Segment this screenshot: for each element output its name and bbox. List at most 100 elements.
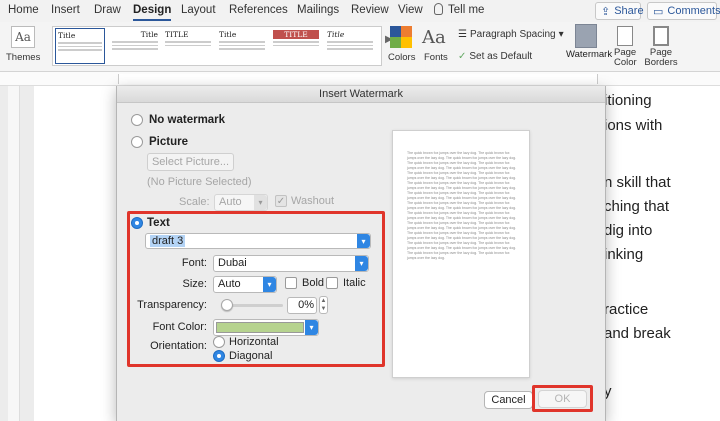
preview-text: The quick brown fox jumps over the lazy … xyxy=(407,151,517,260)
transparency-label: Transparency: xyxy=(137,299,207,311)
tab-insert[interactable]: Insert xyxy=(51,4,80,16)
transparency-stepper[interactable]: ▲ ▼ xyxy=(319,296,328,314)
slider-thumb[interactable] xyxy=(221,299,233,311)
bold-checkbox[interactable] xyxy=(285,277,297,289)
size-value: Auto xyxy=(218,278,241,290)
paragraph-spacing-label: Paragraph Spacing xyxy=(469,29,556,40)
style-thumbnail[interactable]: TITLE xyxy=(271,28,321,64)
orientation-label: Orientation: xyxy=(150,340,207,352)
document-text-line: itioning xyxy=(604,92,652,109)
style-thumbnail-title: TITLE xyxy=(165,30,189,39)
themes-button[interactable]: Aa Themes xyxy=(6,24,40,63)
fonts-icon[interactable]: Aa xyxy=(422,27,446,48)
document-text-line: ions with xyxy=(604,117,663,134)
font-color-select[interactable]: ▾ xyxy=(213,319,319,336)
italic-checkbox[interactable] xyxy=(326,277,338,289)
document-text-line: n skill that xyxy=(604,174,671,191)
picture-radio[interactable] xyxy=(131,136,143,148)
style-thumbnail[interactable]: Title xyxy=(217,28,267,64)
ok-button[interactable]: OK xyxy=(538,390,587,408)
italic-label: Italic xyxy=(343,277,366,289)
check-circle-icon: ✓ xyxy=(458,51,467,62)
picture-option[interactable]: Picture xyxy=(131,136,188,148)
themes-label: Themes xyxy=(6,52,41,63)
horizontal-option[interactable]: Horizontal xyxy=(213,336,279,348)
diagonal-label: Diagonal xyxy=(229,350,273,362)
washout-checkbox[interactable] xyxy=(275,195,287,207)
comments-label: Comments xyxy=(667,5,720,17)
tab-mailings[interactable]: Mailings xyxy=(297,4,339,16)
transparency-input[interactable]: 0% xyxy=(287,297,317,314)
tab-review[interactable]: Review xyxy=(351,4,389,16)
share-label: Share xyxy=(614,5,644,17)
horizontal-label: Horizontal xyxy=(229,336,279,348)
watermark-label: Watermark xyxy=(566,49,613,60)
font-label: Font: xyxy=(181,257,207,269)
scale-label: Scale: xyxy=(179,196,210,208)
dialog-title: Insert Watermark xyxy=(117,86,605,103)
lightbulb-icon xyxy=(434,3,443,15)
page-color-button[interactable]: Page Color xyxy=(614,24,637,68)
tell-me-search[interactable]: Tell me xyxy=(448,4,484,16)
set-as-default-button[interactable]: ✓ Set as Default xyxy=(458,51,532,62)
document-text-line: inking xyxy=(604,246,644,263)
no-watermark-radio[interactable] xyxy=(131,114,143,126)
picture-label: Picture xyxy=(149,136,188,148)
style-thumbnail[interactable]: Title xyxy=(55,28,105,64)
font-color-swatch xyxy=(216,322,304,333)
comments-button[interactable]: ▭ Comments xyxy=(647,2,720,20)
tab-design[interactable]: Design xyxy=(133,4,172,21)
horizontal-ruler xyxy=(0,72,720,86)
style-thumbnail[interactable]: Title xyxy=(110,28,160,64)
tab-references[interactable]: References xyxy=(229,4,288,16)
diagonal-option[interactable]: Diagonal xyxy=(213,350,272,362)
text-radio[interactable] xyxy=(131,217,143,229)
document-text-line: and break xyxy=(604,325,671,342)
font-color-label: Font Color: xyxy=(152,321,207,333)
chevron-down-icon: ▾ xyxy=(558,29,564,40)
size-select[interactable]: Auto ▾ xyxy=(213,276,277,293)
washout-option[interactable]: Washout xyxy=(275,195,334,207)
cancel-button[interactable]: Cancel xyxy=(484,391,533,409)
watermark-icon xyxy=(575,24,597,48)
scale-select[interactable]: Auto ▾ xyxy=(214,194,268,211)
font-select[interactable]: Dubai ▾ xyxy=(213,255,369,272)
horizontal-radio[interactable] xyxy=(213,336,225,348)
set-as-default-label: Set as Default xyxy=(469,51,533,62)
document-text-line: dig into xyxy=(604,222,653,239)
vertical-ruler xyxy=(8,86,20,421)
page-borders-label: Page Borders xyxy=(644,47,678,68)
transparency-slider[interactable] xyxy=(221,299,283,311)
italic-option[interactable]: Italic xyxy=(326,277,366,289)
page-borders-icon xyxy=(653,26,669,46)
tab-draw[interactable]: Draw xyxy=(94,4,121,16)
themes-icon: Aa xyxy=(11,26,35,48)
tab-home[interactable]: Home xyxy=(8,4,39,16)
diagonal-radio[interactable] xyxy=(213,350,225,362)
tab-layout[interactable]: Layout xyxy=(181,4,216,16)
scale-value: Auto xyxy=(219,196,242,208)
watermark-text-combo[interactable]: draft 3 ▾ xyxy=(145,233,371,249)
font-value: Dubai xyxy=(218,257,247,269)
page-borders-button[interactable]: Page Borders xyxy=(644,24,678,68)
text-option[interactable]: Text xyxy=(131,217,170,229)
watermark-button[interactable]: Watermark xyxy=(566,24,612,60)
chevron-down-icon: ▾ xyxy=(254,195,267,210)
share-button[interactable]: ⇪ Share xyxy=(595,2,644,20)
bold-label: Bold xyxy=(302,277,325,289)
chevron-down-icon: ▾ xyxy=(357,234,370,248)
style-set-gallery[interactable]: Title Title TITLE Title TITLE Title xyxy=(52,26,382,66)
style-thumbnail[interactable]: TITLE xyxy=(163,28,213,64)
bold-option[interactable]: Bold xyxy=(285,277,324,289)
tab-view[interactable]: View xyxy=(398,4,423,16)
washout-label: Washout xyxy=(291,195,335,207)
no-watermark-option[interactable]: No watermark xyxy=(131,114,225,126)
paragraph-spacing-button[interactable]: ☰ Paragraph Spacing ▾ xyxy=(458,29,564,40)
ribbon-tab-bar: Home Insert Draw Design Layout Reference… xyxy=(0,0,720,22)
colors-icon[interactable] xyxy=(390,26,412,48)
chevron-down-icon: ▾ xyxy=(263,277,276,292)
style-thumbnail[interactable]: Title xyxy=(325,28,375,64)
no-watermark-label: No watermark xyxy=(149,114,226,126)
insert-watermark-dialog: Insert Watermark No watermark Picture Se… xyxy=(116,86,606,421)
select-picture-button[interactable]: Select Picture... xyxy=(147,153,234,171)
